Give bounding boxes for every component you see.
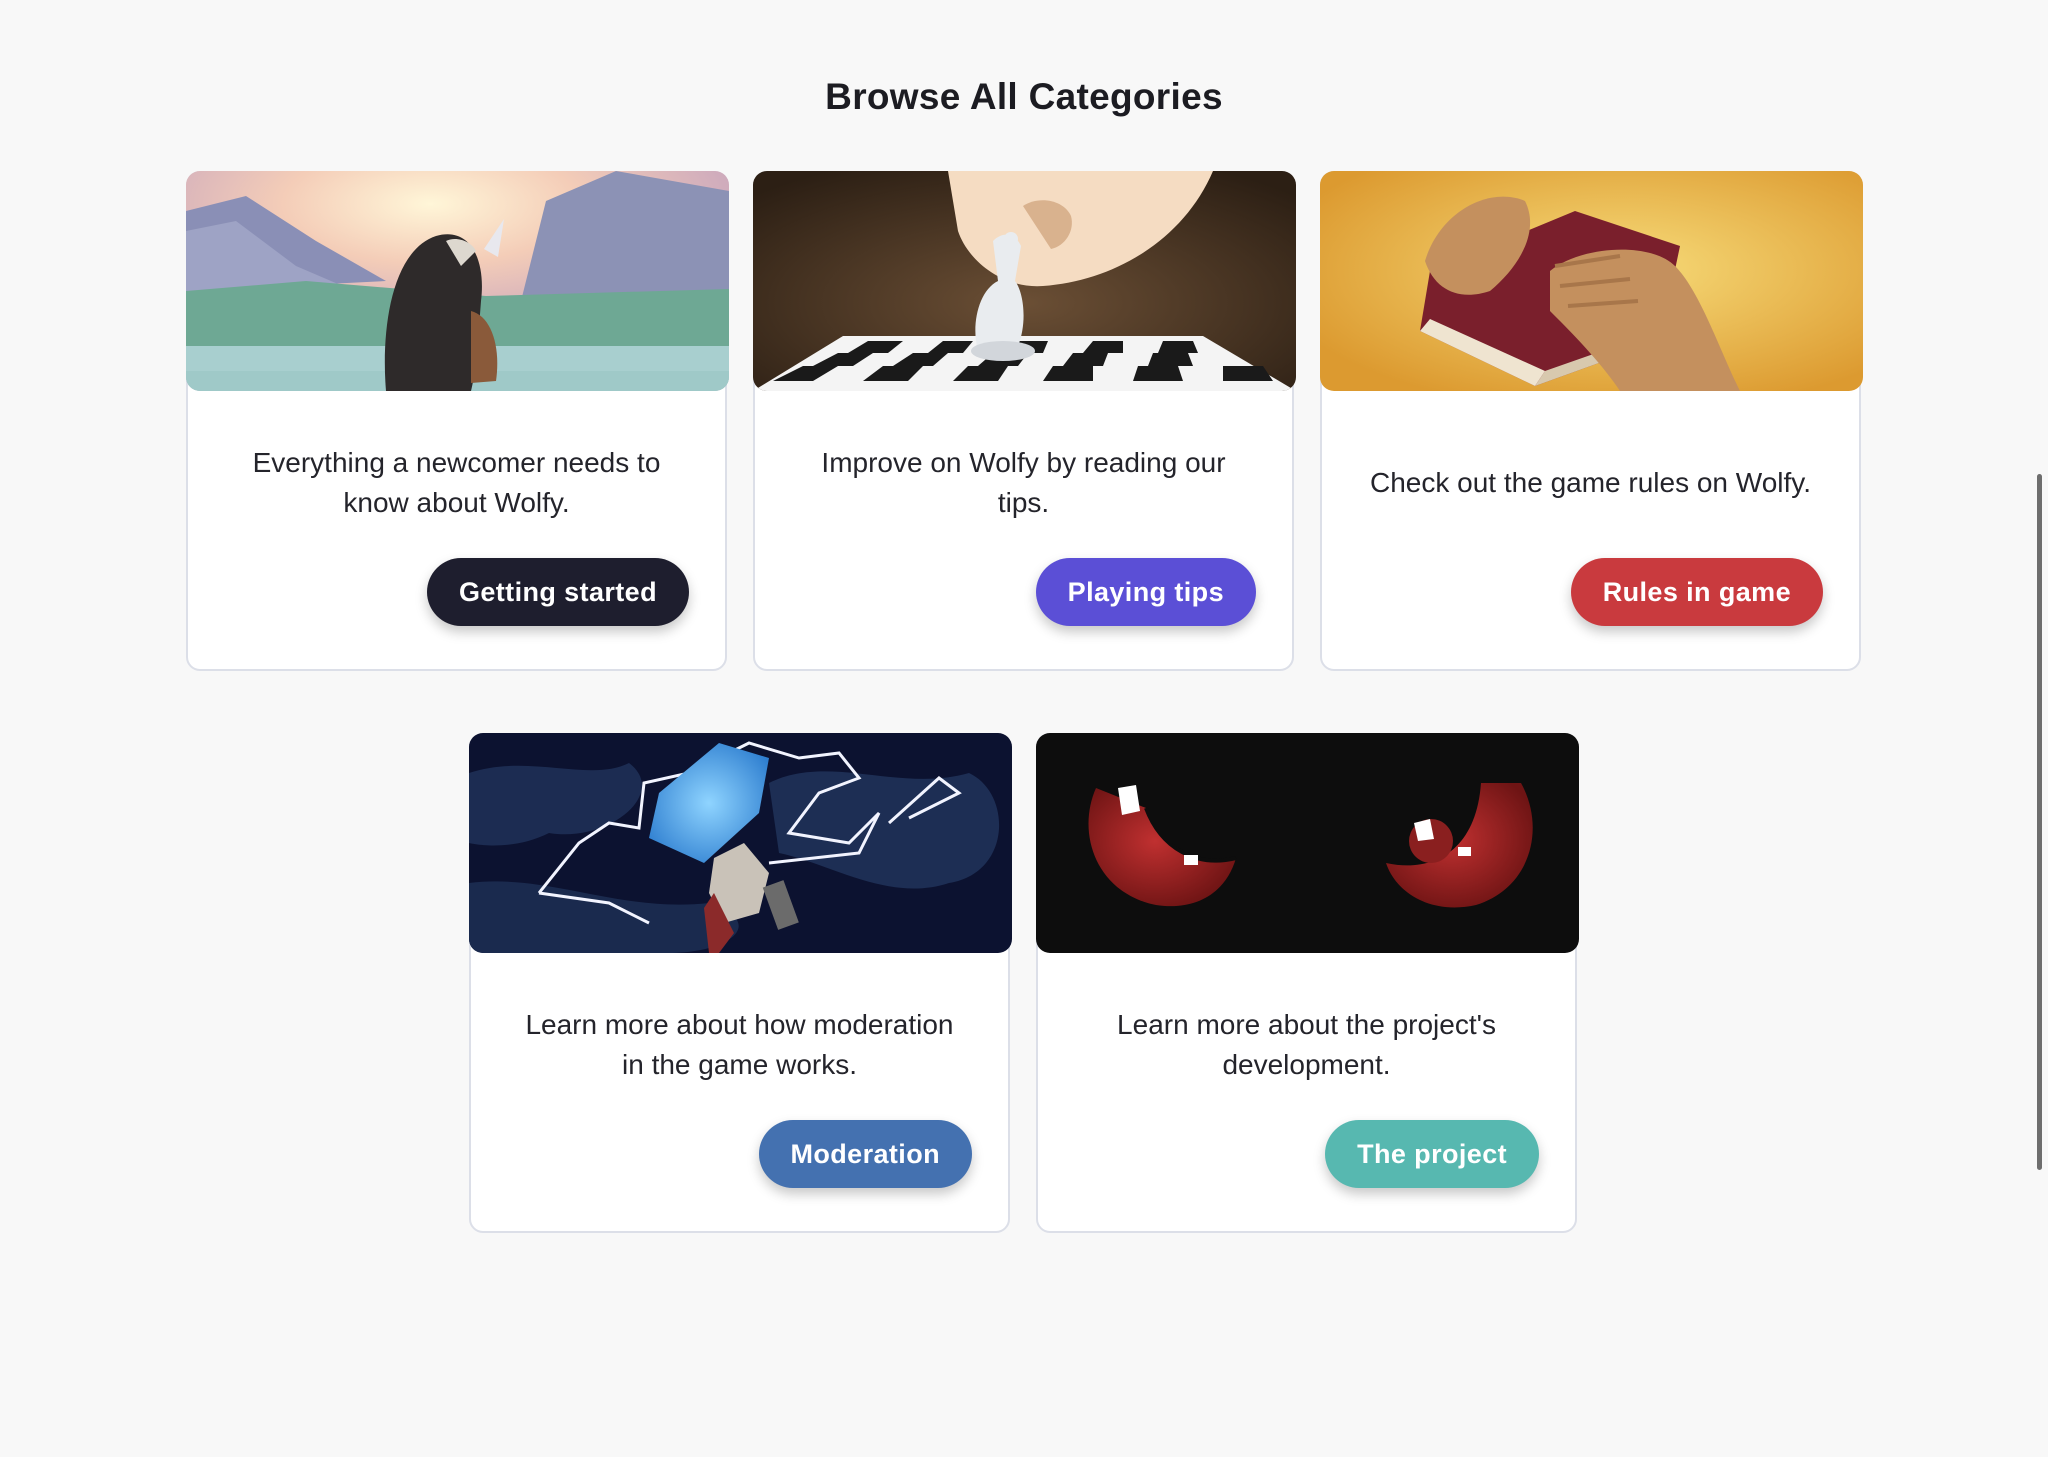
- getting-started-button[interactable]: Getting started: [426, 558, 689, 626]
- category-card-the-project[interactable]: Learn more about the project's developme…: [1036, 733, 1579, 1233]
- category-description: Learn more about how moderation in the g…: [525, 1009, 954, 1080]
- page-title: Browse All Categories: [825, 76, 1223, 117]
- moderation-button[interactable]: Moderation: [758, 1120, 972, 1188]
- category-card-getting-started[interactable]: Everything a newcomer needs to know abou…: [186, 171, 729, 671]
- category-card-rules-in-game[interactable]: Check out the game rules on Wolfy. Rules…: [1320, 171, 1863, 671]
- the-project-button[interactable]: The project: [1325, 1120, 1539, 1188]
- category-description: Learn more about the project's developme…: [1117, 1009, 1496, 1080]
- category-description: Check out the game rules on Wolfy.: [1370, 467, 1811, 498]
- red-eyes-illustration: [1036, 733, 1579, 953]
- warrior-landscape-illustration: [186, 171, 729, 391]
- rules-in-game-button[interactable]: Rules in game: [1570, 558, 1823, 626]
- vertical-scrollbar[interactable]: [2037, 474, 2042, 1170]
- category-card-moderation[interactable]: Learn more about how moderation in the g…: [469, 733, 1012, 1233]
- categories-page: Browse All Categories Everything a newco…: [0, 0, 2048, 1457]
- playing-tips-button[interactable]: Playing tips: [1035, 558, 1256, 626]
- category-card-playing-tips[interactable]: Improve on Wolfy by reading our tips. Pl…: [753, 171, 1296, 671]
- chess-hand-illustration: [753, 171, 1296, 391]
- lightning-hammer-illustration: [469, 733, 1012, 953]
- rule-book-illustration: [1320, 171, 1863, 391]
- category-description: Improve on Wolfy by reading our tips.: [821, 447, 1226, 518]
- category-description: Everything a newcomer needs to know abou…: [252, 447, 661, 518]
